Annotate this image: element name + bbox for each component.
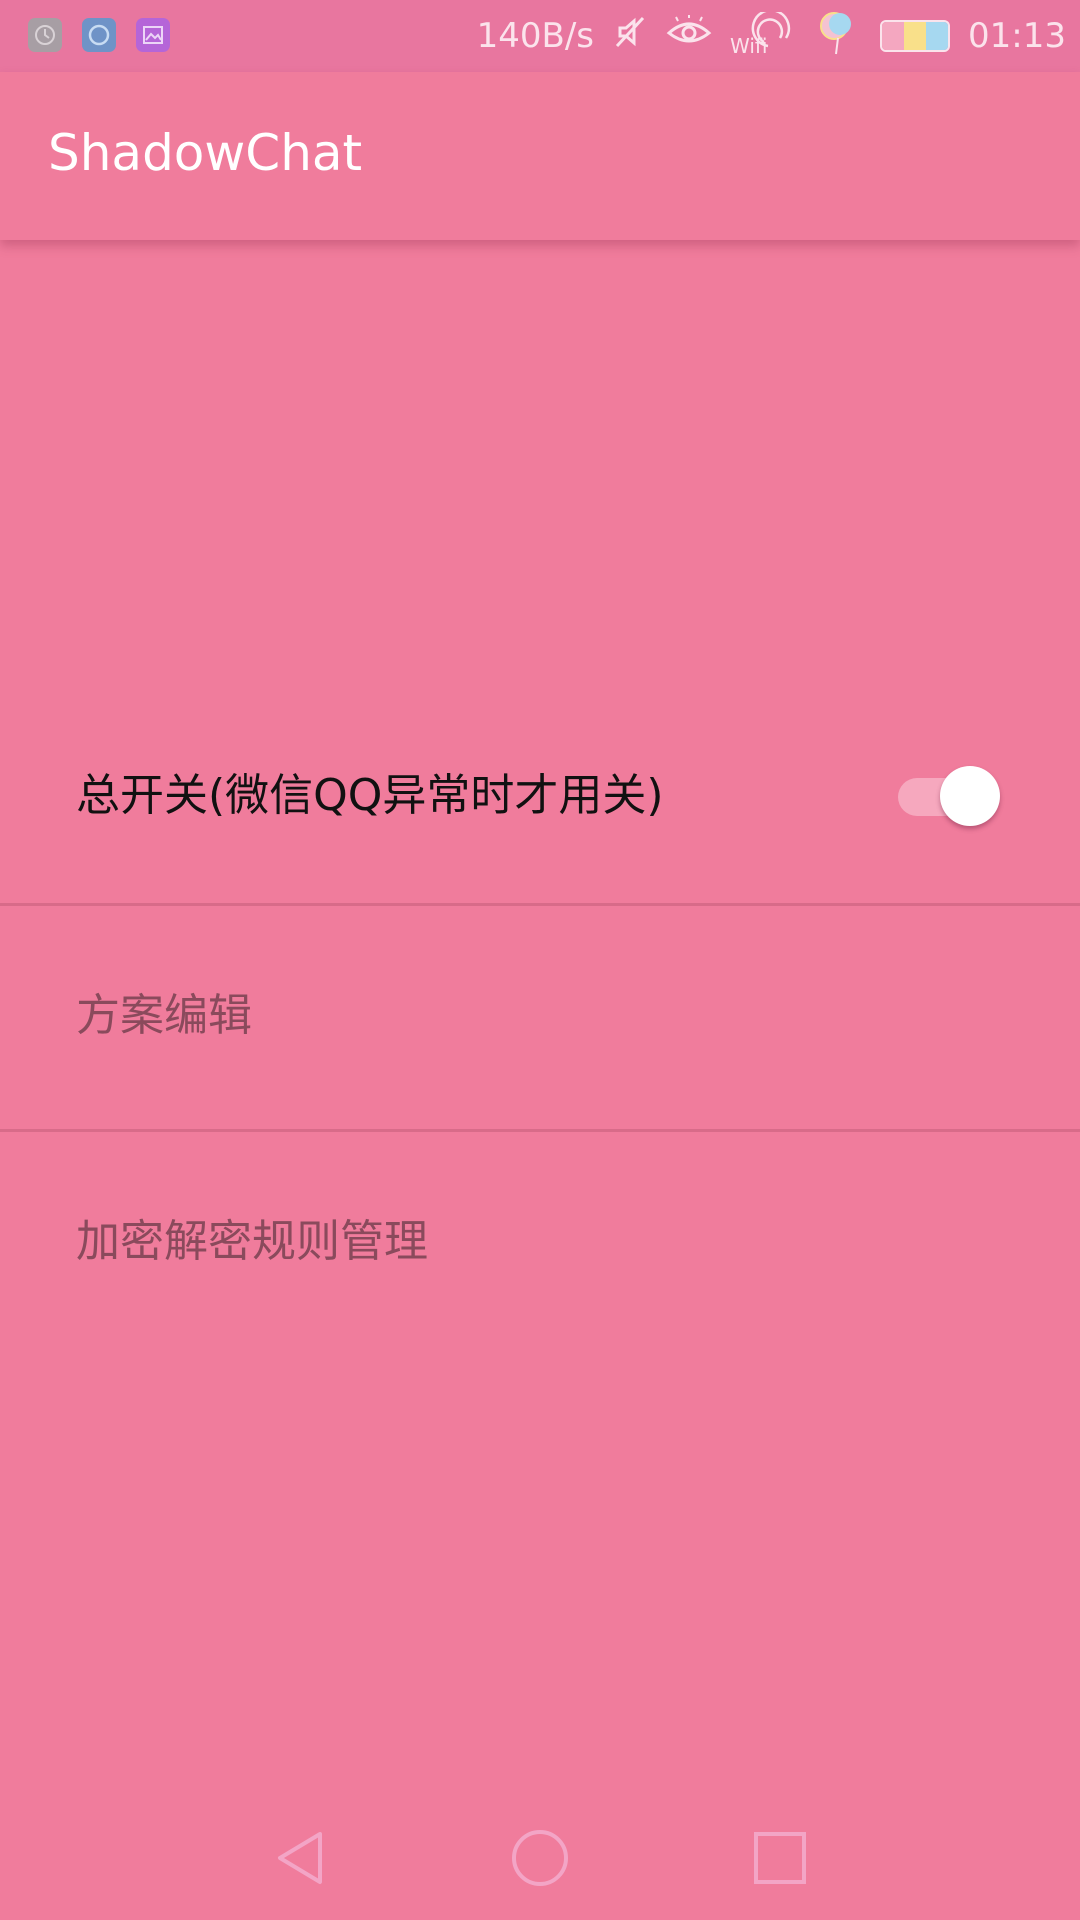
gallery-app-icon bbox=[136, 18, 170, 52]
master-switch-toggle[interactable] bbox=[898, 762, 1000, 826]
circle-app-icon bbox=[82, 18, 116, 52]
app-title: ShadowChat bbox=[48, 124, 363, 182]
scheme-edit-label: 方案编辑 bbox=[76, 990, 252, 1041]
mute-icon bbox=[612, 14, 648, 59]
toggle-thumb bbox=[940, 766, 1000, 826]
wifi-icon: Wifi bbox=[730, 12, 794, 60]
status-indicators: 140B/s Wifi 01:13 bbox=[477, 0, 1066, 72]
eye-comfort-icon bbox=[666, 14, 712, 58]
balloon-icon bbox=[812, 8, 862, 65]
rules-manage-label: 加密解密规则管理 bbox=[76, 1216, 428, 1267]
clock: 01:13 bbox=[968, 16, 1066, 56]
battery-icon bbox=[880, 20, 951, 52]
status-bar: 140B/s Wifi 01:13 bbox=[0, 0, 1080, 72]
master-switch-label: 总开关(微信QQ异常时才用关) bbox=[76, 770, 664, 821]
back-icon[interactable] bbox=[270, 1828, 330, 1888]
clock-app-icon bbox=[28, 18, 62, 52]
master-switch-row[interactable]: 总开关(微信QQ异常时才用关) bbox=[0, 680, 1080, 906]
settings-list: 总开关(微信QQ异常时才用关) 方案编辑 加密解密规则管理 bbox=[0, 680, 1080, 1358]
wifi-label: Wifi bbox=[730, 34, 768, 58]
home-icon[interactable] bbox=[510, 1828, 570, 1888]
net-speed: 140B/s bbox=[476, 16, 595, 56]
rules-manage-item[interactable]: 加密解密规则管理 bbox=[0, 1132, 1080, 1358]
notification-icons bbox=[28, 18, 170, 52]
app-bar: ShadowChat bbox=[0, 72, 1080, 240]
navigation-bar bbox=[0, 1800, 1080, 1920]
scheme-edit-item[interactable]: 方案编辑 bbox=[0, 906, 1080, 1132]
recent-apps-icon[interactable] bbox=[750, 1828, 810, 1888]
